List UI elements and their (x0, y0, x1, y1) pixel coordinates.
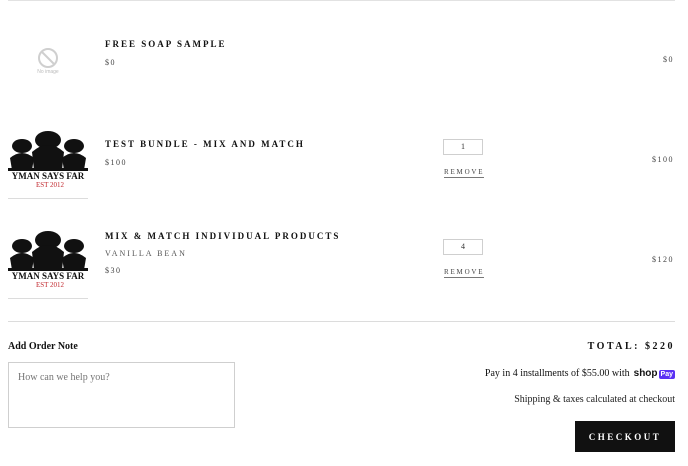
shop-pay-brand: shop (633, 368, 658, 379)
item-title[interactable]: TEST BUNDLE - MIX AND MATCH (105, 139, 305, 149)
order-note-label: Add Order Note (8, 341, 78, 352)
item-price: $30 (105, 266, 122, 275)
item-variant: VANILLA BEAN (105, 249, 187, 258)
order-note-textarea[interactable] (8, 362, 235, 428)
checkout-button[interactable]: CHECKOUT (575, 421, 675, 452)
shop-pay-logo[interactable]: shop Pay (634, 368, 675, 379)
remove-link[interactable]: REMOVE (444, 168, 485, 178)
remove-link[interactable]: REMOVE (444, 268, 485, 278)
svg-text:No image: No image (37, 69, 59, 75)
item-price: $0 (105, 58, 116, 67)
shop-pay-badge: Pay (658, 370, 675, 379)
svg-text:EST 2012: EST 2012 (36, 181, 65, 189)
top-divider (8, 0, 675, 1)
farm-logo-thumbnail[interactable]: YMAN SAYS FAR EST 2012 (8, 128, 88, 196)
no-image-thumbnail[interactable]: No image (8, 36, 88, 104)
item-title[interactable]: MIX & MATCH INDIVIDUAL PRODUCTS (105, 231, 340, 241)
shipping-note: Shipping & taxes calculated at checkout (514, 394, 675, 405)
quantity-input[interactable]: 1 (443, 139, 483, 155)
item-price: $100 (105, 158, 127, 167)
item-line-total: $0 (663, 55, 674, 64)
quantity-input[interactable]: 4 (443, 239, 483, 255)
svg-text:YMAN SAYS FAR: YMAN SAYS FAR (12, 171, 85, 181)
thumbnail-divider (8, 298, 88, 299)
thumbnail-divider (8, 198, 88, 199)
summary-divider (8, 321, 675, 322)
installments-text: Pay in 4 installments of $55.00 with (484, 368, 630, 379)
farm-logo-thumbnail[interactable]: YMAN SAYS FAR EST 2012 (8, 228, 88, 296)
shop-pay-installments: Pay in 4 installments of $55.00 with sho… (485, 368, 675, 379)
item-line-total: $100 (652, 155, 674, 164)
svg-text:YMAN SAYS FAR: YMAN SAYS FAR (12, 271, 85, 281)
item-title[interactable]: FREE SOAP SAMPLE (105, 39, 227, 49)
svg-text:EST 2012: EST 2012 (36, 281, 65, 289)
item-line-total: $120 (652, 255, 674, 264)
cart-total: TOTAL: $220 (587, 341, 675, 352)
